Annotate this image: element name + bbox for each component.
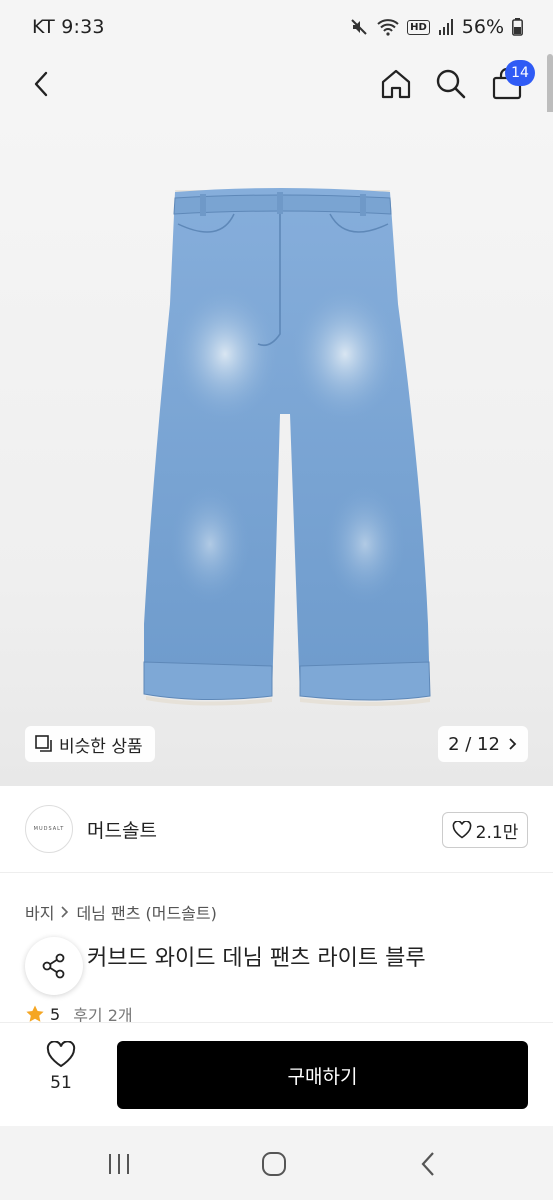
similar-products-button[interactable]: 비슷한 상품 — [25, 726, 155, 762]
mute-icon — [349, 17, 369, 37]
product-title: 커브드 와이드 데님 팬츠 라이트 블루 — [25, 940, 426, 972]
copy-icon — [35, 735, 52, 752]
breadcrumb: 바지 데님 팬츠 (머드솔트) — [25, 900, 217, 924]
signal-icon — [438, 18, 454, 36]
brand-like-count: 2.1만 — [475, 822, 519, 843]
system-back-button[interactable] — [409, 1144, 449, 1184]
breadcrumb-item[interactable]: 데님 팬츠 (머드솔트) — [76, 900, 216, 924]
image-page-counter[interactable]: 2 / 12 — [438, 726, 528, 762]
share-icon — [42, 953, 65, 979]
battery-level: 56% — [461, 16, 504, 38]
back-button[interactable] — [20, 62, 64, 106]
cart-count-badge: 14 — [505, 60, 535, 86]
status-icons: HD 56% — [349, 16, 523, 38]
heart-icon — [46, 1041, 76, 1068]
recent-apps-button[interactable] — [99, 1144, 139, 1184]
cart-button[interactable]: 14 — [485, 60, 535, 106]
breadcrumb-item[interactable]: 바지 — [25, 900, 54, 924]
home-circle-icon — [262, 1152, 286, 1176]
chevron-right-icon — [509, 738, 517, 750]
brand-logo[interactable]: MUDSALT — [25, 805, 73, 853]
divider — [0, 872, 553, 873]
system-nav-bar — [0, 1126, 553, 1200]
wishlist-count: 51 — [50, 1073, 72, 1093]
wifi-icon — [377, 18, 399, 36]
rating-value: 5 — [50, 1004, 61, 1024]
brand-like-button[interactable]: 2.1만 — [442, 812, 528, 848]
status-bar: KT 9:33 HD 56% — [0, 0, 553, 54]
product-image-carousel[interactable]: 비슷한 상품 2 / 12 — [0, 112, 553, 786]
search-icon — [436, 69, 466, 99]
home-icon — [381, 69, 411, 99]
star-icon — [26, 1005, 44, 1022]
product-title-text: 커브드 와이드 데님 팬츠 라이트 블루 — [87, 946, 426, 971]
back-arrow-icon — [34, 71, 48, 97]
search-button[interactable] — [429, 62, 473, 106]
system-home-button[interactable] — [254, 1144, 294, 1184]
product-image-jeans — [143, 188, 431, 706]
brand-row: MUDSALT 머드솔트 2.1만 — [0, 786, 553, 872]
home-button[interactable] — [374, 62, 418, 106]
heart-icon — [452, 821, 472, 839]
similar-products-label: 비슷한 상품 — [59, 736, 143, 757]
purchase-bar: 51 구매하기 — [0, 1022, 553, 1126]
page-indicator-text: 2 / 12 — [448, 733, 500, 755]
top-nav: 14 — [0, 54, 553, 112]
buy-button[interactable]: 구매하기 — [117, 1041, 528, 1109]
hd-icon: HD — [407, 19, 430, 35]
recent-apps-icon — [109, 1154, 129, 1174]
back-chevron-icon — [421, 1152, 434, 1176]
battery-icon — [512, 18, 523, 36]
wishlist-button[interactable]: 51 — [36, 1041, 86, 1105]
chevron-right-icon — [61, 906, 69, 918]
status-time: KT 9:33 — [32, 16, 105, 38]
share-button[interactable] — [25, 937, 83, 995]
brand-name[interactable]: 머드솔트 — [87, 816, 157, 843]
